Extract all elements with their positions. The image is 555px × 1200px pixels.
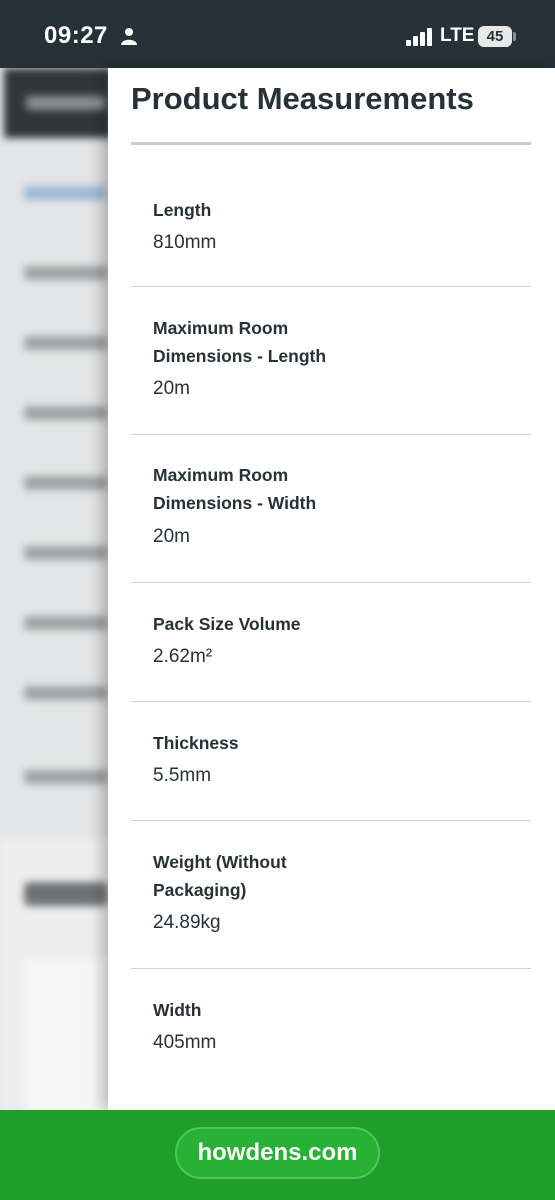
measurement-label: Width [153,1000,202,1020]
measurement-row: Thickness 5.5mm [131,702,531,821]
background-line [24,770,108,784]
measurement-label: Maximum Room Dimensions - Width [153,465,317,513]
background-page [0,68,112,1110]
background-page-content [0,68,112,1110]
measurement-value: 2.62m² [153,646,213,667]
measurement-row: Maximum Room Dimensions - Width 20m [131,435,531,583]
measurement-row: Weight (Without Packaging) 24.89kg [131,821,531,969]
background-line [24,686,108,700]
measurement-value: 405mm [153,1032,217,1053]
measurement-label: Pack Size Volume [153,614,301,634]
status-bar: 09:27 LTE 45 [0,0,555,68]
background-line [24,546,108,560]
measurement-row: Width 405mm [131,969,531,1110]
status-time: 09:27 [44,22,108,49]
measurement-value: 24.89kg [153,912,221,933]
signal-icon [406,28,432,46]
background-line [24,266,108,280]
browser-url-bar: howdens.com [0,1110,555,1200]
measurement-label: Maximum Room Dimensions - Length [153,318,327,366]
battery-tip [513,32,516,41]
measurement-value: 5.5mm [153,765,212,786]
measurement-label: Thickness [153,733,239,753]
person-icon [121,28,137,45]
background-header [4,68,112,138]
measurements-drawer: Product Measurements Length 810mm Maximu… [108,68,555,1110]
measurement-value: 20m [153,378,190,399]
measurement-value: 20m [153,526,190,547]
url-pill[interactable]: howdens.com [175,1127,380,1179]
background-line [24,336,108,350]
measurement-row: Pack Size Volume 2.62m² [131,583,531,702]
measurement-row: Maximum Room Dimensions - Length 20m [131,287,531,435]
background-line [24,476,108,490]
background-link [24,186,106,200]
background-line [24,616,108,630]
background-line [24,406,108,420]
measurement-row: Length 810mm [131,145,531,287]
network-label: LTE [440,25,475,46]
drawer-title: Product Measurements [131,81,474,116]
battery-icon: 45 [478,26,512,47]
measurement-label: Weight (Without Packaging) [153,852,287,900]
measurement-value: 810mm [153,232,217,253]
background-section [0,838,112,1110]
measurement-label: Length [153,200,212,220]
